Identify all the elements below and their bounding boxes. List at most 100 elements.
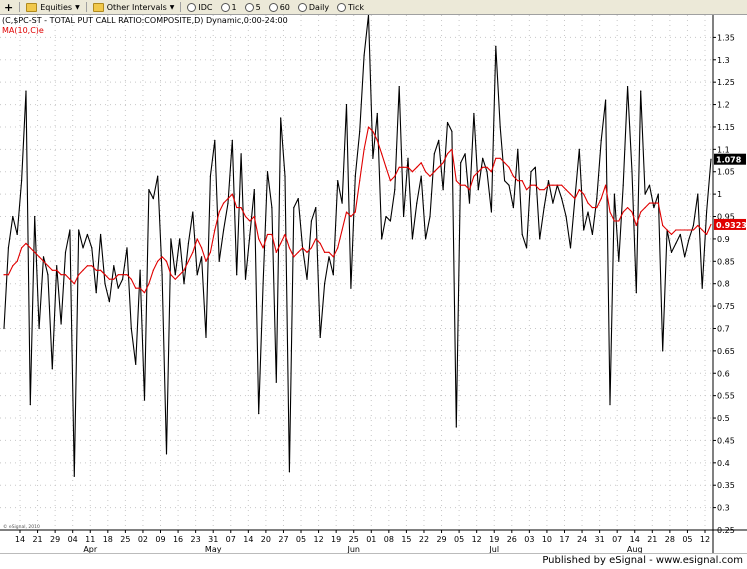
data-point <box>288 471 291 473</box>
data-point <box>20 180 23 182</box>
data-point <box>710 158 712 160</box>
data-point <box>367 126 370 128</box>
add-chart-button[interactable]: + <box>0 0 17 14</box>
x-tick-label: 19 <box>331 535 341 544</box>
interval-button-idc[interactable]: IDC <box>183 0 216 14</box>
data-point <box>165 260 168 262</box>
other-intervals-dropdown[interactable]: Other Intervals ▼ <box>89 0 179 14</box>
data-point <box>587 211 589 213</box>
interval-label: 5 <box>255 2 261 12</box>
data-point <box>635 292 637 294</box>
data-point <box>306 251 308 253</box>
data-point <box>460 162 462 164</box>
data-point <box>539 238 541 240</box>
chart-canvas[interactable]: 0.25 0.3 0.35 0.4 0.45 0.5 0.55 0.6 0.65 0.7 0.75 0… <box>0 14 747 554</box>
interval-button-60[interactable]: 60 <box>265 0 294 14</box>
data-point <box>666 229 668 231</box>
data-point <box>183 283 185 285</box>
data-point <box>86 233 89 236</box>
data-point <box>38 256 40 258</box>
data-point <box>543 189 545 191</box>
data-point <box>490 171 493 173</box>
x-tick-label: 21 <box>32 535 42 544</box>
data-point <box>3 274 5 276</box>
time-axis: 14 21 29 04 11 18 25 02 09 16 23 31 07 14 20 27 05 12 19 25… <box>15 530 710 554</box>
data-point <box>161 256 163 258</box>
data-point <box>266 171 269 173</box>
data-point <box>394 189 396 191</box>
data-point <box>341 229 343 231</box>
data-point <box>530 171 532 173</box>
data-point <box>157 175 159 177</box>
data-point <box>385 166 387 168</box>
data-point <box>82 247 84 249</box>
data-point <box>253 189 255 191</box>
interval-label: 60 <box>279 2 290 12</box>
x-tick-label: 25 <box>120 535 130 544</box>
data-point <box>113 278 115 280</box>
x-month-label: Jun <box>346 545 360 553</box>
data-point <box>297 198 299 200</box>
data-point <box>126 247 128 249</box>
data-point <box>240 153 242 155</box>
data-point <box>60 323 62 325</box>
x-tick-label: 31 <box>595 535 605 544</box>
interval-button-tick[interactable]: Tick <box>333 0 368 14</box>
interval-button-5[interactable]: 5 <box>241 0 265 14</box>
y-tick-label: 0.4 <box>717 459 730 468</box>
data-point <box>508 184 510 186</box>
data-point <box>398 166 400 168</box>
data-point <box>583 229 585 231</box>
y-tick-label: 1.35 <box>717 33 735 42</box>
data-point <box>416 166 418 168</box>
data-point <box>170 274 172 276</box>
interval-button-daily[interactable]: Daily <box>294 0 333 14</box>
data-point <box>297 251 299 253</box>
data-point <box>56 269 58 271</box>
data-point <box>117 287 119 289</box>
data-point <box>451 130 453 133</box>
x-tick-label: 11 <box>85 535 95 544</box>
data-point <box>12 265 14 267</box>
interval-label: IDC <box>198 2 213 12</box>
data-point <box>403 215 405 218</box>
data-point <box>482 157 484 159</box>
data-point <box>319 336 321 339</box>
data-point <box>587 202 589 204</box>
data-point <box>648 202 651 204</box>
data-point <box>635 224 637 227</box>
chart-window[interactable]: 0.25 0.3 0.35 0.4 0.45 0.5 0.55 0.6 0.65 0.7 0.75 0… <box>0 14 747 554</box>
data-point <box>495 45 497 47</box>
data-point <box>161 274 163 276</box>
y-tick-label: 0.45 <box>717 436 735 445</box>
data-point <box>240 206 242 209</box>
data-point <box>411 171 413 173</box>
data-point <box>196 238 198 240</box>
data-point <box>684 229 686 231</box>
interval-label: Daily <box>308 2 330 12</box>
data-point <box>473 112 475 115</box>
data-point <box>710 223 712 226</box>
data-point <box>236 274 238 276</box>
data-point <box>29 247 31 249</box>
data-point <box>363 54 365 56</box>
data-point <box>464 153 466 155</box>
equities-dropdown[interactable]: Equities ▼ <box>22 0 84 14</box>
data-point <box>605 99 607 101</box>
data-point <box>438 139 440 141</box>
interval-button-1[interactable]: 1 <box>217 0 241 14</box>
data-point <box>521 180 523 182</box>
data-point <box>398 86 400 88</box>
data-point <box>64 274 67 276</box>
data-point <box>108 301 110 303</box>
data-point <box>644 206 646 209</box>
data-point <box>424 238 427 240</box>
data-point <box>446 121 449 124</box>
x-tick-label: 07 <box>226 535 236 544</box>
data-point <box>174 278 176 280</box>
data-point <box>451 148 453 150</box>
data-point <box>280 117 282 119</box>
x-tick-label: 31 <box>208 535 218 544</box>
data-point <box>609 404 611 406</box>
data-point <box>701 229 703 231</box>
